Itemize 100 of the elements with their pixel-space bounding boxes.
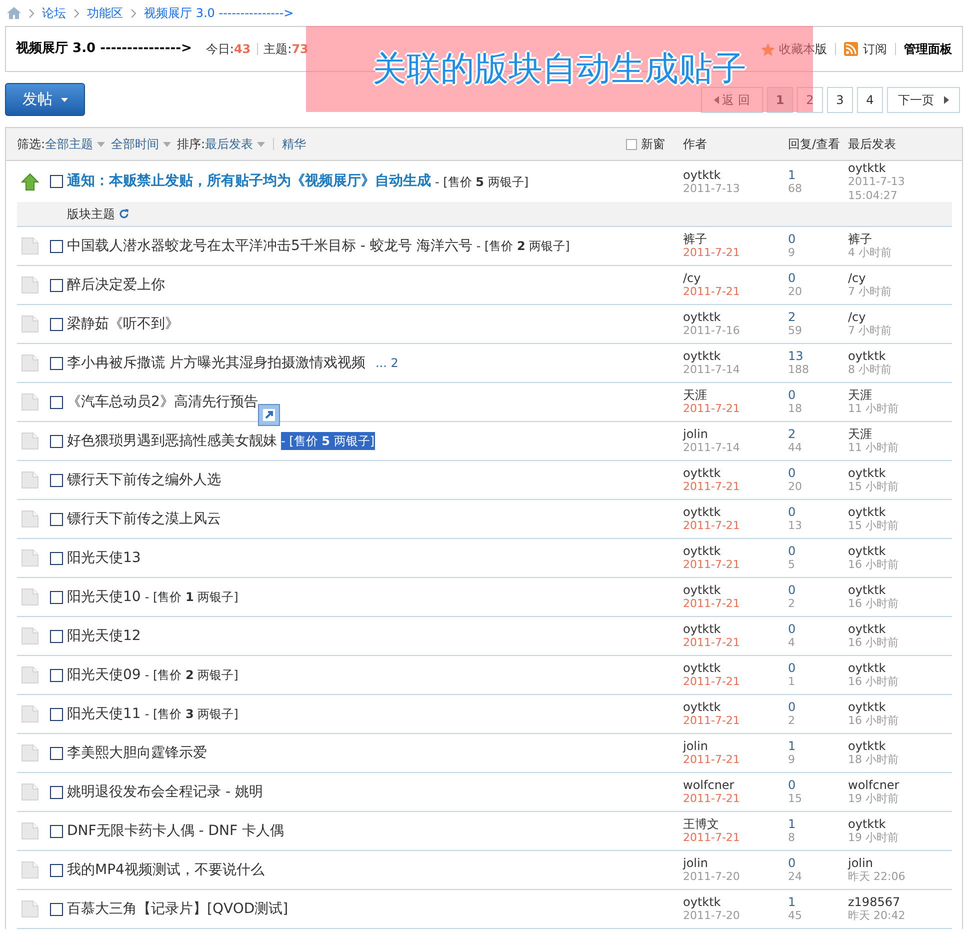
thread-checkbox[interactable] bbox=[50, 746, 63, 760]
thread-checkbox[interactable] bbox=[50, 590, 63, 604]
last-poster[interactable]: oytktk bbox=[848, 349, 952, 363]
breadcrumb-link[interactable]: 功能区 bbox=[87, 4, 123, 22]
author-name[interactable]: oytktk bbox=[683, 583, 788, 597]
reply-count[interactable]: 1 bbox=[788, 168, 848, 182]
last-poster[interactable]: /cy bbox=[848, 310, 952, 324]
thread-checkbox[interactable] bbox=[50, 824, 63, 838]
thread-title[interactable]: 《汽车总动员2》高清先行预告 bbox=[67, 392, 258, 412]
author-name[interactable]: oytktk bbox=[683, 700, 788, 714]
reply-count[interactable]: 1 bbox=[788, 895, 848, 909]
author-name[interactable]: 天涯 bbox=[683, 388, 788, 402]
reply-count[interactable]: 13 bbox=[788, 349, 848, 363]
reply-count[interactable]: 0 bbox=[788, 466, 848, 480]
reply-count[interactable]: 0 bbox=[788, 271, 848, 285]
admin-panel-link[interactable]: 管理面板 bbox=[904, 40, 952, 58]
digest-link[interactable]: 精华 bbox=[282, 135, 306, 153]
post-button[interactable]: 发帖 bbox=[5, 83, 85, 116]
thread-title[interactable]: 镖行天下前传之漠上风云 bbox=[67, 508, 221, 530]
thread-checkbox[interactable] bbox=[50, 630, 63, 642]
last-poster[interactable]: 天涯 bbox=[848, 388, 952, 402]
reply-count[interactable]: 0 bbox=[788, 661, 848, 675]
last-poster[interactable]: oytktk bbox=[848, 817, 952, 831]
last-poster[interactable]: jolin bbox=[848, 856, 952, 870]
author-name[interactable]: oytktk bbox=[683, 895, 788, 909]
reply-count[interactable]: 1 bbox=[788, 817, 848, 831]
author-name[interactable]: oytktk bbox=[683, 168, 788, 182]
author-name[interactable]: jolin bbox=[683, 856, 788, 870]
reply-count[interactable]: 2 bbox=[788, 427, 848, 441]
last-poster[interactable]: 裤子 bbox=[848, 232, 952, 246]
filter-dropdown[interactable]: 全部主题 bbox=[45, 135, 112, 153]
thread-title[interactable]: 百慕大三角【记录片】[QVOD测试] bbox=[67, 898, 288, 920]
author-name[interactable]: wolfcner bbox=[683, 778, 788, 792]
thread-checkbox[interactable] bbox=[50, 902, 63, 916]
reply-count[interactable]: 0 bbox=[788, 505, 848, 519]
thread-checkbox[interactable] bbox=[50, 434, 63, 448]
last-poster[interactable]: /cy bbox=[848, 271, 952, 285]
thread-title[interactable]: 阳光天使09 bbox=[67, 664, 141, 686]
subscribe-link[interactable]: 订阅 bbox=[863, 40, 887, 58]
last-poster[interactable]: 天涯 bbox=[848, 427, 952, 441]
thread-checkbox[interactable] bbox=[50, 708, 63, 720]
thread-checkbox[interactable] bbox=[50, 240, 63, 252]
thread-checkbox[interactable] bbox=[50, 864, 63, 876]
thread-title[interactable]: DNF无限卡药卡人偶 - DNF 卡人偶 bbox=[67, 820, 284, 842]
page-link[interactable]: 4 bbox=[857, 86, 883, 112]
reply-count[interactable]: 0 bbox=[788, 583, 848, 597]
last-poster[interactable]: oytktk bbox=[848, 160, 952, 174]
thread-title[interactable]: 阳光天使13 bbox=[67, 548, 141, 568]
reply-count[interactable]: 1 bbox=[788, 739, 848, 753]
author-name[interactable]: /cy bbox=[683, 271, 788, 285]
last-poster[interactable]: oytktk bbox=[848, 544, 952, 558]
thread-title[interactable]: 阳光天使12 bbox=[67, 626, 141, 646]
thread-checkbox[interactable] bbox=[50, 175, 63, 188]
page-links[interactable]: ... 2 bbox=[375, 354, 398, 372]
thread-title[interactable]: 阳光天使10 bbox=[67, 586, 141, 608]
thread-title[interactable]: 镖行天下前传之编外人选 bbox=[67, 470, 221, 490]
author-name[interactable]: oytktk bbox=[683, 310, 788, 324]
last-poster[interactable]: z198567 bbox=[848, 895, 952, 909]
last-poster[interactable]: oytktk bbox=[848, 700, 952, 714]
thread-checkbox[interactable] bbox=[50, 668, 63, 682]
thread-checkbox[interactable] bbox=[50, 786, 63, 798]
thread-title[interactable]: 梁静茹《听不到》 bbox=[67, 314, 179, 334]
author-name[interactable]: 裤子 bbox=[683, 232, 788, 246]
last-poster[interactable]: wolfcner bbox=[848, 778, 952, 792]
reply-count[interactable]: 0 bbox=[788, 622, 848, 636]
next-page-button[interactable]: 下一页 bbox=[887, 86, 960, 112]
thread-checkbox[interactable] bbox=[50, 318, 63, 330]
author-name[interactable]: oytktk bbox=[683, 661, 788, 675]
last-poster[interactable]: oytktk bbox=[848, 661, 952, 675]
thread-checkbox[interactable] bbox=[50, 278, 63, 292]
thread-title[interactable]: 好色猥琐男遇到恶搞性感美女靓妹 bbox=[67, 430, 277, 452]
thread-title[interactable]: 通知：本贩禁止发贴，所有贴子均为《视频展厅》自动生成 bbox=[67, 171, 431, 192]
thread-title[interactable]: 李小冉被斥撒谎 片方曝光其湿身拍摄激情戏视频 bbox=[67, 352, 366, 374]
author-name[interactable]: oytktk bbox=[683, 349, 788, 363]
author-name[interactable]: 王博文 bbox=[683, 817, 788, 831]
last-poster[interactable]: oytktk bbox=[848, 505, 952, 519]
thread-title[interactable]: 阳光天使11 bbox=[67, 704, 141, 724]
breadcrumb-link[interactable]: 视频展厅 3.0 ---------------> bbox=[144, 4, 294, 22]
author-name[interactable]: oytktk bbox=[683, 505, 788, 519]
new-window-checkbox[interactable]: 新窗 bbox=[626, 135, 665, 153]
thread-checkbox[interactable] bbox=[50, 474, 63, 486]
last-poster[interactable]: oytktk bbox=[848, 622, 952, 636]
reply-count[interactable]: 0 bbox=[788, 544, 848, 558]
thread-title[interactable]: 醉后决定爱上你 bbox=[67, 274, 165, 296]
author-name[interactable]: jolin bbox=[683, 427, 788, 441]
filter-dropdown[interactable]: 全部时间 bbox=[111, 135, 178, 153]
thread-title[interactable]: 李美熙大胆向霆锋示爱 bbox=[67, 742, 207, 764]
page-link[interactable]: 3 bbox=[827, 86, 853, 112]
reply-count[interactable]: 0 bbox=[788, 388, 848, 402]
thread-title[interactable]: 我的MP4视频测试，不要说什么 bbox=[67, 860, 264, 880]
thread-checkbox[interactable] bbox=[50, 356, 63, 370]
thread-checkbox[interactable] bbox=[50, 552, 63, 564]
author-name[interactable]: oytktk bbox=[683, 544, 788, 558]
last-poster[interactable]: oytktk bbox=[848, 739, 952, 753]
author-name[interactable]: oytktk bbox=[683, 466, 788, 480]
breadcrumb-link[interactable]: 论坛 bbox=[42, 4, 66, 22]
last-poster[interactable]: oytktk bbox=[848, 466, 952, 480]
reply-count[interactable]: 0 bbox=[788, 232, 848, 246]
author-name[interactable]: oytktk bbox=[683, 622, 788, 636]
thread-checkbox[interactable] bbox=[50, 512, 63, 526]
